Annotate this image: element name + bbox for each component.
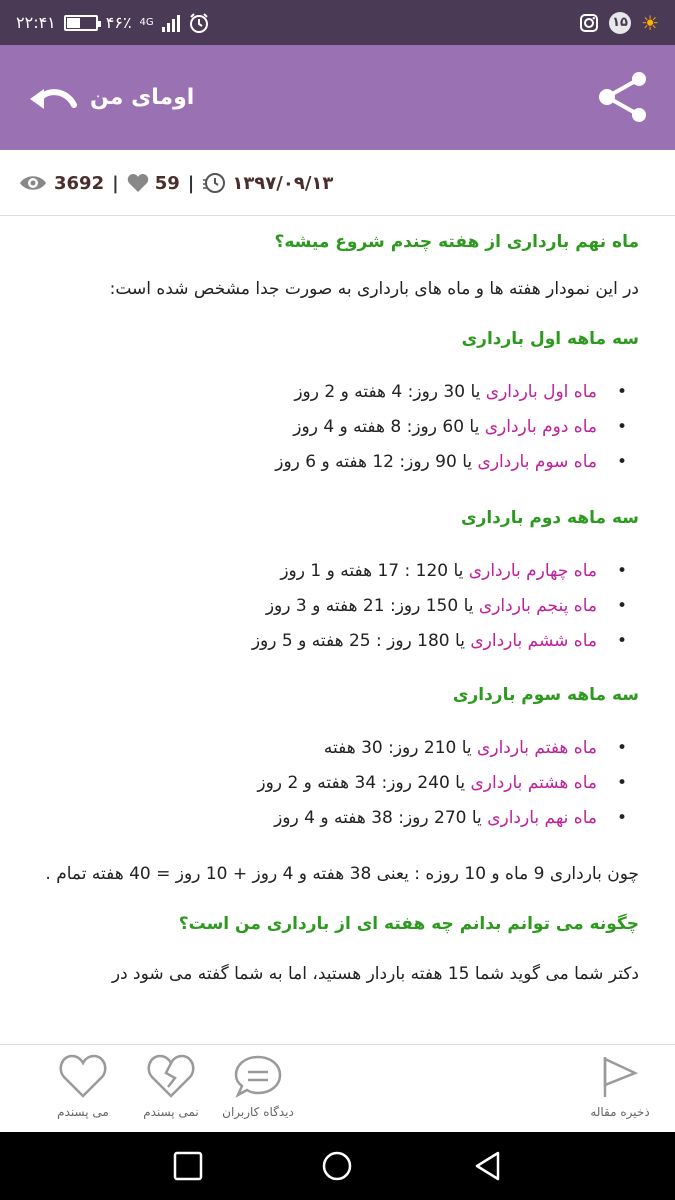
back-icon[interactable] xyxy=(472,1150,504,1182)
view-count: 3692 xyxy=(54,172,105,194)
status-right: ۱۵ ☀ xyxy=(579,0,659,45)
list-item: ماه نهم بارداری یا 270 روز: 38 هفته و 4 … xyxy=(36,801,639,836)
clock-icon xyxy=(203,173,226,193)
app-bar: اومای من xyxy=(0,45,675,150)
battery-icon xyxy=(63,14,101,31)
article-actions-bar: می پسندم نمی پسندم دیدگاه کاربران ذخیره … xyxy=(0,1044,675,1132)
broken-heart-icon xyxy=(147,1054,195,1098)
meta-stats: 3692 | 59 | ۱۳۹۷/۰۹/۱۳ xyxy=(18,150,333,216)
intro-paragraph: در این نمودار هفته ها و ماه های بارداری … xyxy=(109,279,639,299)
status-left: ۲۲:۴۱ ۴۶٪ 4G xyxy=(16,0,210,45)
clock: ۲۲:۴۱ xyxy=(16,13,56,32)
list-item: ماه اول بارداری یا 30 روز: 4 هفته و 2 رو… xyxy=(36,375,639,410)
notification-badge: ۱۵ xyxy=(609,11,632,34)
list-item: ماه هفتم بارداری یا 210 روز: 30 هفته xyxy=(36,731,639,766)
section-title: سه ماهه دوم بارداری xyxy=(460,508,639,528)
home-icon[interactable] xyxy=(321,1150,353,1182)
section-heading: چگونه می توانم بدانم چه هفته ای از باردا… xyxy=(178,914,639,934)
battery-percent: ۴۶٪ xyxy=(105,13,132,32)
month-list: ماه هفتم بارداری یا 210 روز: 30 هفته ماه… xyxy=(36,731,639,836)
eye-icon xyxy=(20,176,46,190)
comment-bubble-icon xyxy=(234,1055,282,1098)
heart-outline-icon xyxy=(59,1054,107,1098)
dislike-label: نمی پسندم xyxy=(143,1105,199,1119)
back-arrow-icon[interactable] xyxy=(26,79,80,115)
list-item: ماه پنجم بارداری یا 150 روز: 21 هفته و 3… xyxy=(36,589,639,624)
recent-apps-icon[interactable] xyxy=(172,1150,204,1182)
list-item: ماه ششم بارداری یا 180 روز : 25 هفته و 5… xyxy=(36,624,639,659)
list-item: ماه دوم بارداری یا 60 روز: 8 هفته و 4 رو… xyxy=(36,410,639,445)
list-item: ماه چهارم بارداری یا 120 : 17 هفته و 1 ر… xyxy=(36,554,639,589)
month-list: ماه اول بارداری یا 30 روز: 4 هفته و 2 رو… xyxy=(36,375,639,480)
signal-icon xyxy=(161,14,180,32)
comments-button[interactable]: دیدگاه کاربران xyxy=(213,1053,303,1119)
like-button[interactable]: می پسندم xyxy=(38,1053,128,1119)
publish-date: ۱۳۹۷/۰۹/۱۳ xyxy=(232,172,334,194)
system-nav-bar xyxy=(0,1132,675,1200)
like-label: می پسندم xyxy=(57,1105,109,1119)
section-title: سه ماهه اول بارداری xyxy=(461,329,639,349)
weather-sun-icon: ☀ xyxy=(641,10,659,35)
flag-icon xyxy=(603,1057,639,1097)
article-body: ماه نهم بارداری از هفته چندم شروع میشه؟ … xyxy=(36,216,639,1044)
list-item: ماه سوم بارداری یا 90 روز: 12 هفته و 6 ر… xyxy=(36,445,639,480)
dislike-button[interactable]: نمی پسندم xyxy=(126,1053,216,1119)
status-bar: ۲۲:۴۱ ۴۶٪ 4G ۱۵ ☀ xyxy=(0,0,675,45)
share-icon[interactable] xyxy=(593,67,653,127)
month-list: ماه چهارم بارداری یا 120 : 17 هفته و 1 ر… xyxy=(36,554,639,659)
heart-icon xyxy=(127,174,148,192)
save-label: ذخیره مقاله xyxy=(590,1105,650,1119)
alarm-icon xyxy=(189,12,208,33)
save-article-button[interactable]: ذخیره مقاله xyxy=(575,1053,665,1119)
body-paragraph: دکتر شما می گوید شما 15 هفته باردار هستی… xyxy=(111,964,639,984)
network-type: 4G xyxy=(139,16,154,28)
instagram-icon xyxy=(580,13,599,32)
summary-paragraph: چون بارداری 9 ماه و 10 روزه : یعنی 38 هف… xyxy=(45,864,639,884)
article-meta: 3692 | 59 | ۱۳۹۷/۰۹/۱۳ xyxy=(0,150,675,216)
comments-label: دیدگاه کاربران xyxy=(222,1105,294,1119)
list-item: ماه هشتم بارداری یا 240 روز: 34 هفته و 2… xyxy=(36,766,639,801)
section-title: سه ماهه سوم بارداری xyxy=(452,685,639,705)
like-count: 59 xyxy=(154,172,180,194)
app-title: اومای من xyxy=(90,85,195,110)
article-heading: ماه نهم بارداری از هفته چندم شروع میشه؟ xyxy=(274,232,639,252)
